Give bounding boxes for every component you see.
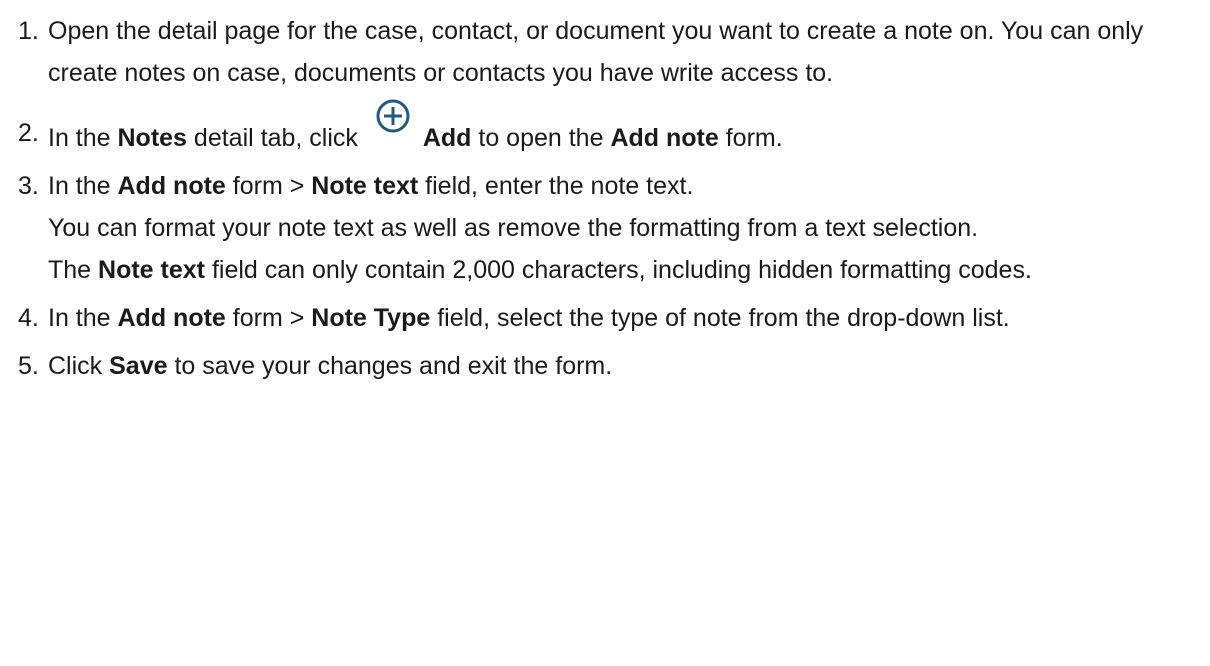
- step-number: 5.: [18, 352, 39, 380]
- step-text: Click: [48, 352, 110, 380]
- step-number: 3.: [18, 172, 39, 200]
- instruction-steps: 1. Open the detail page for the case, co…: [18, 10, 1198, 387]
- step-number: 2.: [18, 119, 39, 147]
- note-type-field-label: Note Type: [311, 304, 431, 332]
- note-text-field-label: Note text: [98, 256, 205, 284]
- step-5: 5. Click Save to save your changes and e…: [18, 345, 1198, 387]
- step-text: In the: [48, 124, 118, 152]
- add-note-form-label: Add note: [117, 304, 226, 332]
- step-2: 2. In the Notes detail tab, click Add to…: [18, 99, 1198, 159]
- step-text: The: [48, 256, 99, 284]
- add-circle-icon: [375, 98, 411, 134]
- save-label: Save: [109, 352, 168, 380]
- add-label: Add: [422, 124, 472, 152]
- step-number: 4.: [18, 304, 39, 332]
- notes-tab-label: Notes: [117, 124, 187, 152]
- step-paragraph: In the Add note form > Note text field, …: [48, 165, 1198, 207]
- add-note-form-label: Add note: [610, 124, 719, 152]
- step-4: 4. In the Add note form > Note Type fiel…: [18, 297, 1198, 339]
- note-text-field-label: Note text: [311, 172, 419, 200]
- step-text: field, select the type of note from the …: [430, 304, 1010, 332]
- step-text: to open the: [471, 124, 611, 152]
- step-text: In the: [48, 172, 118, 200]
- step-text: to save your changes and exit the form.: [167, 352, 613, 380]
- step-1: 1. Open the detail page for the case, co…: [18, 10, 1198, 94]
- step-text: detail tab, click: [186, 124, 365, 152]
- step-text: form >: [225, 304, 312, 332]
- step-3: 3. In the Add note form > Note text fiel…: [18, 165, 1198, 291]
- step-text: form >: [225, 172, 312, 200]
- step-paragraph: You can format your note text as well as…: [48, 214, 979, 242]
- step-text: Open the detail page for the case, conta…: [48, 17, 1144, 87]
- step-text: In the: [48, 304, 118, 332]
- add-note-form-label: Add note: [117, 172, 226, 200]
- step-number: 1.: [18, 17, 39, 45]
- step-text: form.: [718, 124, 783, 152]
- step-paragraph: The Note text field can only contain 2,0…: [48, 249, 1198, 291]
- step-text: field, enter the note text.: [418, 172, 694, 200]
- step-text: field can only contain 2,000 characters,…: [205, 256, 1032, 284]
